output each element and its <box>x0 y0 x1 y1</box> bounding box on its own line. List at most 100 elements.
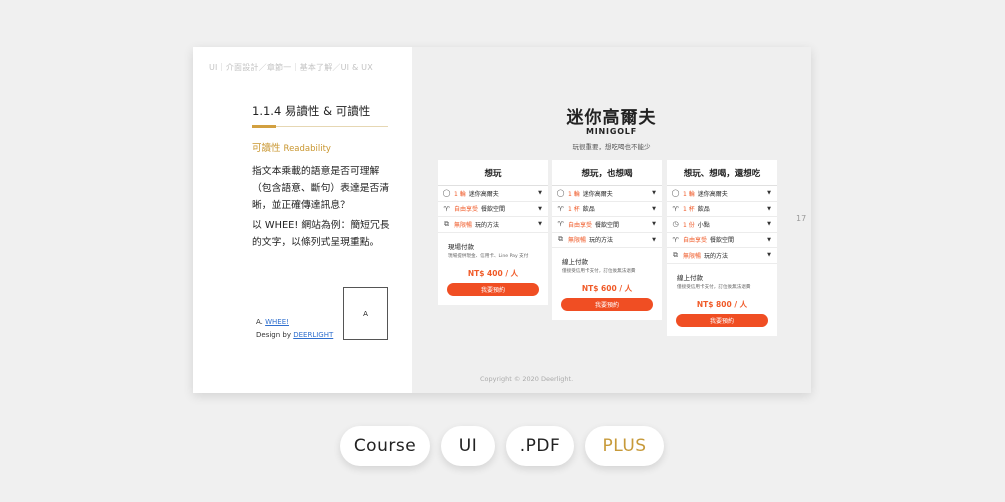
paragraph-definition: 指文本乘載的語意是否可理解（包含語意、斷句）表達是否清晰，並正確傳達訊息？ <box>252 166 390 211</box>
ticket-icon: ⧉ <box>444 219 449 228</box>
drink-icon: ♈ <box>557 204 564 213</box>
mockup-subtitle: MINIGOLF <box>586 127 637 136</box>
section-subtitle: 可讀性 Readability <box>252 140 331 154</box>
option-quantity: 1 杯 <box>683 206 695 214</box>
plan-option-select[interactable]: ⧉ 無限暢 玩的方法 ▼ <box>552 233 662 248</box>
food-icon: ◷ <box>672 220 679 229</box>
mockup-tagline: 玩很重要，想吃喝也不能少 <box>572 143 651 151</box>
plan-option-select[interactable]: ♈ 1 杯 飲品 ▼ <box>667 202 777 217</box>
option-label: 小點 <box>697 221 710 229</box>
payment-info: 現場付款 現場提供現金、信用卡、Line Pay 支付 <box>438 233 548 260</box>
credit-source: A. WHEE! <box>256 318 289 326</box>
credit-source-link[interactable]: WHEE! <box>265 318 289 326</box>
plan-option-select[interactable]: ◯ 1 輪 迷你高爾夫 ▼ <box>552 186 662 202</box>
caret-down-icon: ▼ <box>538 205 542 212</box>
slide-left-panel: UI｜介面設計／章節一｜基本了解／UI & UX 1.1.4 易讀性 & 可讀性… <box>193 47 412 393</box>
caret-down-icon: ▼ <box>767 236 771 243</box>
plan-card: 想玩，也想喝 ◯ 1 輪 迷你高爾夫 ▼ ♈ 1 杯 飲品 ▼ ♈ 自由享受 餐… <box>552 160 662 320</box>
caret-down-icon: ▼ <box>652 205 656 212</box>
option-quantity: 1 輪 <box>683 190 695 198</box>
caret-down-icon: ▼ <box>767 252 771 259</box>
credit-prefix: A. <box>256 318 263 326</box>
golf-ball-icon: ◯ <box>671 189 680 198</box>
reserve-button[interactable]: 我要預約 <box>561 298 653 311</box>
plan-option-select[interactable]: ⧉ 無限暢 玩的方法 ▼ <box>438 217 548 233</box>
caret-down-icon: ▼ <box>652 190 656 197</box>
payment-description: 僅接受信用卡支付，訂位後無法退費 <box>677 284 751 290</box>
tag-pill[interactable]: PLUS <box>585 426 664 466</box>
credit-design-link[interactable]: DEERLIGHT <box>293 331 333 339</box>
credit-design: Design by DEERLIGHT <box>256 331 333 339</box>
option-label: 玩的方法 <box>475 221 500 229</box>
drink-icon: ♈ <box>443 204 450 213</box>
tag-pill[interactable]: .PDF <box>506 426 574 466</box>
caret-down-icon: ▼ <box>767 190 771 197</box>
drink-icon: ♈ <box>672 204 679 213</box>
plan-card: 想玩 ◯ 1 輪 迷你高爾夫 ▼ ♈ 自由享受 餐飲空間 ▼ ⧉ 無限暢 玩的方… <box>438 160 548 305</box>
page-number: 17 <box>796 214 807 223</box>
caret-down-icon: ▼ <box>652 221 656 228</box>
option-quantity: 無限暢 <box>683 252 702 260</box>
subtitle-zh: 可讀性 <box>252 143 281 154</box>
annotation-box: A <box>343 287 388 340</box>
plan-option-select[interactable]: ⧉ 無限暢 玩的方法 ▼ <box>667 248 777 264</box>
option-label: 餐飲空間 <box>481 206 506 214</box>
caret-down-icon: ▼ <box>767 221 771 228</box>
plan-option-select[interactable]: ♈ 1 杯 飲品 ▼ <box>552 202 662 217</box>
plan-option-select[interactable]: ♈ 自由享受 餐飲空間 ▼ <box>438 202 548 217</box>
mockup-title: 迷你高爾夫 <box>566 108 657 128</box>
slide-right-panel: 迷你高爾夫 MINIGOLF 玩很重要，想吃喝也不能少 想玩 ◯ 1 輪 迷你高… <box>412 47 811 393</box>
plan-card-title: 想玩 <box>438 160 548 186</box>
reserve-button[interactable]: 我要預約 <box>447 282 539 296</box>
copyright: Copyright © 2020 Deerlight. <box>480 375 574 383</box>
reserve-button[interactable]: 我要預約 <box>676 313 768 327</box>
option-quantity: 自由享受 <box>568 221 593 229</box>
golf-ball-icon: ◯ <box>442 189 451 198</box>
option-quantity: 無限暢 <box>454 221 473 229</box>
caret-down-icon: ▼ <box>652 236 656 243</box>
plan-card: 想玩、想喝，還想吃 ◯ 1 輪 迷你高爾夫 ▼ ♈ 1 杯 飲品 ▼ ◷ 1 份… <box>667 160 777 336</box>
option-quantity: 自由享受 <box>683 237 708 245</box>
slide: UI｜介面設計／章節一｜基本了解／UI & UX 1.1.4 易讀性 & 可讀性… <box>193 47 811 393</box>
option-quantity: 1 輪 <box>568 190 580 198</box>
plan-option-select[interactable]: ♈ 自由享受 餐飲空間 ▼ <box>667 233 777 248</box>
option-label: 餐飲空間 <box>595 221 620 229</box>
plan-option-select[interactable]: ◯ 1 輪 迷你高爾夫 ▼ <box>667 186 777 202</box>
payment-description: 僅接受信用卡支付，訂位後無法退費 <box>562 269 636 274</box>
payment-info: 線上付款 僅接受信用卡支付，訂位後無法退費 <box>667 264 777 291</box>
drink-icon: ♈ <box>672 235 679 244</box>
plan-option-select[interactable]: ♈ 自由享受 餐飲空間 ▼ <box>552 217 662 233</box>
plan-price: NT$ 600 / 人 <box>581 284 633 293</box>
payment-description: 現場提供現金、信用卡、Line Pay 支付 <box>448 253 529 259</box>
credit-design-prefix: Design by <box>256 331 291 339</box>
caret-down-icon: ▼ <box>767 205 771 212</box>
tag-pill[interactable]: UI <box>441 426 495 466</box>
golf-ball-icon: ◯ <box>556 189 565 198</box>
plan-price: NT$ 800 / 人 <box>696 299 748 309</box>
option-label: 迷你高爾夫 <box>582 190 613 198</box>
caret-down-icon: ▼ <box>538 190 542 197</box>
option-quantity: 1 輪 <box>454 190 466 198</box>
paragraph-example: 以 WHEE! 網站為例：簡短冗長的文字，以條列式呈現重點。 <box>252 220 390 248</box>
option-label: 玩的方法 <box>589 237 614 245</box>
title-rule-accent <box>252 125 276 128</box>
option-label: 餐飲空間 <box>710 237 735 245</box>
payment-title: 線上付款 <box>677 273 703 282</box>
plan-price: NT$ 400 / 人 <box>467 268 519 278</box>
plan-option-select[interactable]: ◯ 1 輪 迷你高爾夫 ▼ <box>438 186 548 202</box>
ticket-icon: ⧉ <box>673 250 678 259</box>
plan-card-title: 想玩、想喝，還想吃 <box>667 160 777 186</box>
option-label: 飲品 <box>697 206 710 214</box>
tag-pill[interactable]: Course <box>340 426 430 466</box>
payment-info: 線上付款 僅接受信用卡支付，訂位後無法退費 <box>552 248 662 275</box>
caret-down-icon: ▼ <box>538 221 542 228</box>
payment-title: 線上付款 <box>562 258 588 266</box>
subtitle-en: Readability <box>283 144 331 154</box>
option-label: 玩的方法 <box>704 252 729 260</box>
option-label: 迷你高爾夫 <box>697 190 728 198</box>
option-quantity: 自由享受 <box>454 206 479 214</box>
plan-option-select[interactable]: ◷ 1 份 小點 ▼ <box>667 217 777 233</box>
payment-title: 現場付款 <box>448 242 474 251</box>
option-quantity: 無限暢 <box>568 237 587 245</box>
ticket-icon: ⧉ <box>558 235 563 244</box>
